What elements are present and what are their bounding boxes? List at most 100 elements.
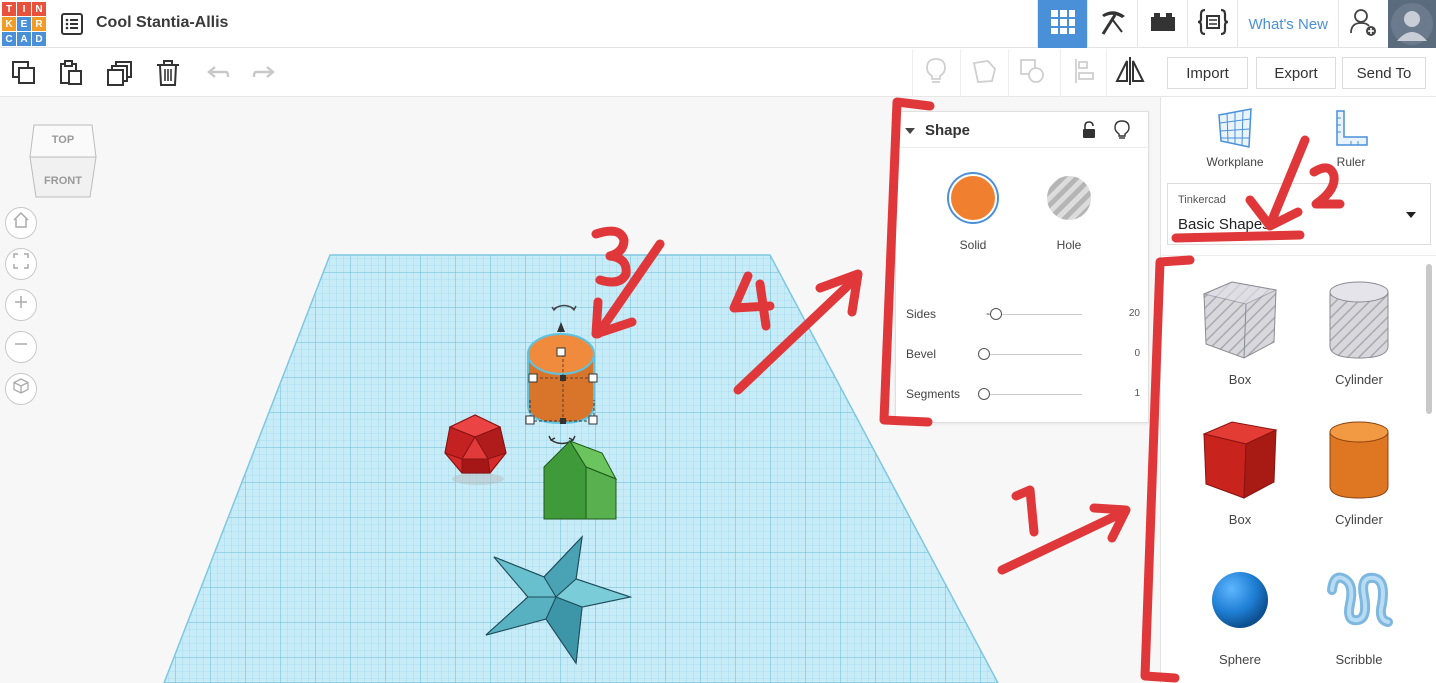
logo-letter: K [2, 17, 16, 31]
send-to-button[interactable]: Send To [1342, 57, 1426, 89]
workplane-icon [1195, 107, 1275, 155]
codeblocks-view-button[interactable] [1187, 0, 1237, 48]
home-view-button[interactable] [5, 207, 37, 239]
shape-library-dropdown[interactable]: Tinkercad Basic Shapes [1167, 183, 1431, 245]
design-list-icon[interactable] [60, 12, 84, 36]
redo-icon [250, 66, 278, 91]
undo-button[interactable] [204, 59, 232, 87]
whats-new-link[interactable]: What's New [1237, 0, 1338, 48]
segments-slider-knob[interactable] [978, 388, 990, 400]
hole-swatch[interactable] [1045, 174, 1093, 222]
copy-button[interactable] [10, 59, 38, 87]
zoom-out-button[interactable] [5, 331, 37, 363]
solid-color-swatch[interactable] [949, 174, 997, 222]
ruler-label: Ruler [1336, 155, 1366, 169]
align-icon [1072, 57, 1096, 90]
bevel-value[interactable]: 0 [1134, 348, 1140, 359]
bricks-view-button[interactable] [1137, 0, 1187, 48]
delete-button[interactable] [154, 59, 182, 87]
segments-slider-track[interactable] [988, 394, 1082, 395]
shape-name: Scribble [1335, 652, 1383, 667]
shapes-scrollbar[interactable] [1426, 264, 1432, 414]
notes-button[interactable] [912, 49, 958, 97]
solid-label: Solid [959, 238, 987, 252]
shape-name: Box [1228, 512, 1252, 527]
logo-letter: E [17, 17, 31, 31]
duplicate-icon [106, 61, 134, 91]
scribble-icon [1309, 550, 1409, 650]
shape-tile-cylinder[interactable]: Cylinder [1309, 410, 1409, 540]
view-cube-top-label[interactable]: TOP [28, 134, 98, 146]
cylinder-hole-icon [1309, 270, 1409, 370]
edit-toolbar: Import Export Send To [0, 49, 1436, 97]
mirror-icon [1114, 56, 1146, 91]
segments-param: Segments 1 [906, 384, 1140, 404]
document-title[interactable]: Cool Stantia-Allis [96, 14, 228, 32]
ungroup-button[interactable] [1008, 49, 1054, 97]
logo-letter: D [32, 32, 46, 46]
mirror-button[interactable] [1106, 49, 1152, 97]
export-button[interactable]: Export [1256, 57, 1336, 89]
library-source-label: Tinkercad [1178, 194, 1226, 206]
workplane-label: Workplane [1206, 155, 1264, 169]
lock-icon[interactable] [1081, 121, 1097, 144]
user-avatar[interactable] [1388, 0, 1436, 48]
shape-name: Cylinder [1335, 372, 1383, 387]
view-cube-front-label[interactable]: FRONT [28, 175, 98, 187]
sides-slider-knob[interactable] [990, 308, 1002, 320]
workplane-tool[interactable]: Workplane [1195, 107, 1275, 169]
green-roof-object[interactable] [540, 437, 620, 522]
hole-option[interactable]: Hole [1039, 174, 1099, 252]
group-button[interactable] [960, 49, 1006, 97]
shape-inspector: Shape Solid Hole Sides - 20 Bevel 0 Segm… [895, 111, 1149, 423]
redo-button[interactable] [250, 59, 278, 87]
import-button[interactable]: Import [1167, 57, 1248, 89]
minus-icon [12, 335, 30, 359]
solid-option[interactable]: Solid [943, 174, 1003, 252]
shape-name: Box [1228, 372, 1252, 387]
align-button[interactable] [1060, 49, 1106, 97]
sides-label: Sides [906, 307, 937, 321]
box-hole-icon [1190, 270, 1290, 370]
perspective-toggle-button[interactable] [5, 373, 37, 405]
selected-cylinder-object[interactable] [508, 297, 618, 457]
3d-design-view-button[interactable] [1037, 0, 1088, 48]
sides-value[interactable]: 20 [1129, 308, 1140, 319]
cube-view-icon [12, 377, 30, 401]
duplicate-button[interactable] [106, 59, 134, 87]
shapes-panel: Workplane Ruler Tinkercad Basic Shapes B… [1160, 97, 1436, 683]
teal-star-object[interactable] [484, 535, 634, 665]
blocks-view-button[interactable] [1087, 0, 1137, 48]
paste-button[interactable] [57, 59, 85, 87]
shape-name: Cylinder [1335, 512, 1383, 527]
tinkercad-logo[interactable]: T I N K E R C A D [2, 2, 46, 46]
ruler-tool[interactable]: Ruler [1311, 107, 1391, 169]
invite-user-button[interactable] [1338, 0, 1388, 48]
collapse-caret-icon[interactable] [905, 128, 915, 134]
add-user-icon [1349, 7, 1379, 42]
dropdown-caret-icon [1406, 212, 1416, 218]
bevel-slider-track[interactable] [988, 354, 1082, 355]
segments-label: Segments [906, 387, 961, 401]
view-cube[interactable]: TOP FRONT [28, 121, 98, 199]
segments-value[interactable]: 1 [1134, 388, 1140, 399]
sides-slider-track[interactable] [988, 314, 1082, 315]
copy-icon [10, 61, 38, 91]
sphere-icon [1190, 550, 1290, 650]
zoom-in-button[interactable] [5, 289, 37, 321]
fit-view-button[interactable] [5, 248, 37, 280]
lightbulb-icon[interactable] [1114, 120, 1130, 145]
shapes-grid: Box Cylinder Box Cylinder Sphere Scribbl… [1161, 255, 1436, 683]
bevel-slider-knob[interactable] [978, 348, 990, 360]
shape-tile-box[interactable]: Box [1190, 410, 1290, 540]
logo-letter: R [32, 17, 46, 31]
shape-tile-scribble[interactable]: Scribble [1309, 550, 1409, 680]
undo-icon [204, 66, 232, 91]
ruler-icon [1311, 107, 1391, 155]
shape-tile-cylinder-hole[interactable]: Cylinder [1309, 270, 1409, 400]
shape-tile-box-hole[interactable]: Box [1190, 270, 1290, 400]
inspector-header: Shape [896, 112, 1148, 148]
shape-tile-sphere[interactable]: Sphere [1190, 550, 1290, 680]
top-bar: T I N K E R C A D Cool Stantia-Allis Wha… [0, 0, 1436, 48]
red-icosahedron-object[interactable] [440, 413, 510, 487]
